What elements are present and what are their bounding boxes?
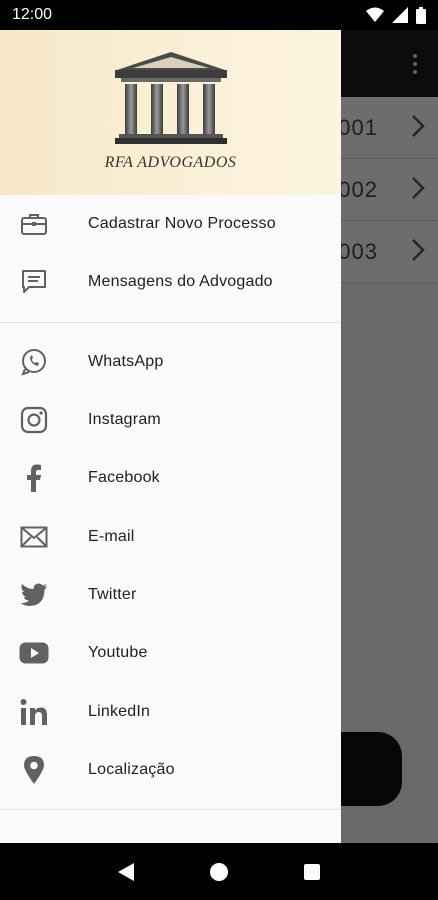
menu-item-linkedin[interactable]: LinkedIn: [0, 682, 341, 740]
navigation-drawer: RFA ADVOGADOS Cadastrar Novo Processo Me…: [0, 30, 341, 843]
status-icons: [366, 6, 426, 24]
youtube-icon: [18, 637, 50, 669]
menu-item-cadastrar-processo[interactable]: Cadastrar Novo Processo: [0, 195, 341, 253]
menu-item-label: Youtube: [88, 644, 148, 662]
linkedin-icon: [18, 696, 50, 728]
menu-item-label: E-mail: [88, 527, 135, 545]
message-icon: [18, 266, 50, 298]
drawer-header: RFA ADVOGADOS: [0, 30, 341, 195]
menu-item-label: LinkedIn: [88, 702, 151, 720]
menu-item-label: Mensagens do Advogado: [88, 273, 273, 291]
menu-item-label: Twitter: [88, 585, 137, 603]
system-navigation-bar: [0, 843, 438, 900]
facebook-icon: [18, 462, 50, 494]
menu-item-label: WhatsApp: [88, 352, 164, 370]
menu-item-label: Facebook: [88, 469, 160, 487]
twitter-icon: [18, 579, 50, 611]
back-icon[interactable]: [114, 860, 138, 884]
menu-item-whatsapp[interactable]: WhatsApp: [0, 333, 341, 391]
location-pin-icon: [18, 754, 50, 786]
menu-item-label: Localização: [88, 760, 175, 778]
recents-icon[interactable]: [300, 860, 324, 884]
briefcase-icon: [18, 208, 50, 240]
menu-item-mensagens[interactable]: Mensagens do Advogado: [0, 253, 341, 311]
menu-item-instagram[interactable]: Instagram: [0, 391, 341, 449]
brand-name: RFA ADVOGADOS: [104, 153, 237, 171]
signal-icon: [392, 7, 408, 23]
drawer-section-main: Cadastrar Novo Processo Mensagens do Adv…: [0, 195, 341, 312]
instagram-icon: [18, 404, 50, 436]
menu-item-label: Instagram: [88, 411, 161, 429]
email-icon: [18, 521, 50, 553]
drawer-divider: [0, 321, 341, 323]
home-icon[interactable]: [207, 860, 231, 884]
status-bar: 12:00: [0, 0, 438, 30]
whatsapp-icon: [18, 346, 50, 378]
courthouse-logo-icon: [114, 51, 227, 144]
drawer-section-social: WhatsApp Instagram Facebook E-mail Twitt…: [0, 333, 341, 799]
wifi-icon: [366, 7, 384, 22]
status-time: 12:00: [12, 6, 53, 23]
menu-item-facebook[interactable]: Facebook: [0, 449, 341, 507]
menu-item-label: Cadastrar Novo Processo: [88, 215, 276, 233]
battery-icon: [416, 6, 426, 24]
menu-item-email[interactable]: E-mail: [0, 507, 341, 565]
menu-item-youtube[interactable]: Youtube: [0, 624, 341, 682]
menu-item-twitter[interactable]: Twitter: [0, 566, 341, 624]
menu-item-localizacao[interactable]: Localização: [0, 741, 341, 799]
drawer-divider: [0, 808, 341, 810]
